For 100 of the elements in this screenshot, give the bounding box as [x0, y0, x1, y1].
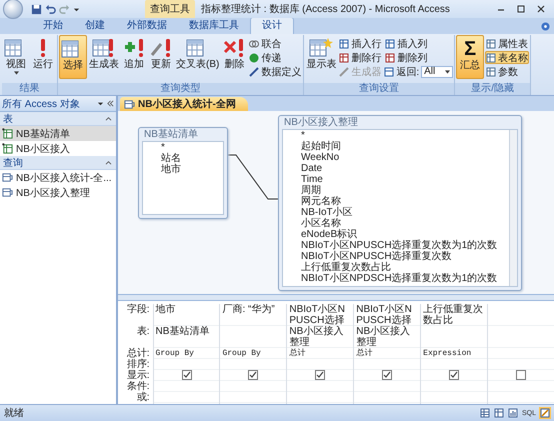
caret-icon[interactable]: [97, 100, 104, 107]
grid-cell[interactable]: 总计: [354, 348, 420, 359]
row-label: 字段:: [126, 304, 150, 317]
ribbon-button[interactable]: 传递: [248, 51, 302, 64]
row-label: 总计:: [126, 348, 150, 359]
checkbox[interactable]: [248, 370, 258, 380]
field-item[interactable]: eNodeB标识: [301, 229, 509, 240]
close-icon[interactable]: [536, 4, 546, 14]
nav-item[interactable]: NB小区接入整理: [0, 185, 116, 200]
field-item[interactable]: 网元名称: [301, 196, 509, 207]
ribbon-button[interactable]: 运行: [30, 35, 56, 79]
nav-item[interactable]: NB基站清单: [0, 126, 116, 141]
checkbox[interactable]: [182, 370, 192, 380]
checkbox[interactable]: [449, 370, 460, 380]
maximize-icon[interactable]: [516, 4, 526, 14]
join-line: [226, 154, 278, 200]
group-label: 结果: [2, 83, 57, 95]
field-item[interactable]: WeekNo: [301, 152, 509, 163]
grid-cell[interactable]: NBIoT小区NPUSCH选择: [287, 304, 354, 326]
table-names-icon: [486, 52, 496, 62]
save-icon[interactable]: [31, 4, 42, 14]
nav-section-header[interactable]: 查询: [0, 156, 116, 170]
grid-cell[interactable]: 总计: [287, 348, 354, 359]
ribbon-button[interactable]: 属性表: [485, 37, 530, 50]
table-field-list[interactable]: NB基站清单 * 站名 地市: [138, 127, 228, 219]
grid-cell[interactable]: NB基站清单: [154, 326, 220, 348]
checkbox[interactable]: [382, 370, 392, 380]
table-exclamation-icon: [92, 37, 116, 59]
nav-item[interactable]: NB小区接入统计-全...: [0, 170, 116, 185]
ribbon-button[interactable]: 参数: [485, 65, 530, 78]
ribbon-button[interactable]: 更新: [148, 35, 174, 79]
ribbon-tab[interactable]: 创建: [74, 18, 116, 34]
field-item[interactable]: 上行低重复次数占比: [301, 262, 509, 273]
ribbon-button[interactable]: 联合: [248, 37, 302, 50]
ribbon-button[interactable]: 删除: [221, 35, 248, 79]
ribbon-button[interactable]: 生成表: [88, 35, 120, 79]
ribbon-tab[interactable]: 设计: [250, 17, 294, 34]
return-label: 返回:: [396, 66, 420, 78]
document-tab[interactable]: NB小区接入统计-全网: [120, 97, 248, 111]
field-item[interactable]: NBIoT小区NPDSCH选择重复次数为1的次数: [301, 273, 509, 284]
field-item[interactable]: 地市: [161, 164, 223, 175]
pivot-table-view-icon[interactable]: [492, 407, 505, 419]
pivot-chart-view-icon[interactable]: [506, 407, 519, 419]
design-view-icon[interactable]: [539, 407, 551, 419]
field-item[interactable]: NB-IoT小区: [301, 207, 509, 218]
return-dropdown[interactable]: All: [421, 66, 454, 78]
nav-item[interactable]: NB小区接入: [0, 141, 116, 156]
field-item[interactable]: *: [161, 142, 223, 153]
row-label: 表:: [136, 326, 150, 339]
scrollbar[interactable]: [509, 130, 517, 286]
field-item[interactable]: Date: [301, 163, 509, 174]
grid-cell[interactable]: NB小区接入整理: [354, 326, 420, 348]
field-item[interactable]: NBIoT小区NPUSCH选择重复次数为1的次数: [301, 240, 509, 251]
query-icon: [124, 98, 135, 110]
ribbon-button[interactable]: 数据定义: [248, 65, 302, 78]
sigma-icon: Σ: [458, 38, 482, 60]
caret-icon: [445, 70, 450, 74]
row-label: 显示:: [126, 370, 150, 381]
collapse-icon[interactable]: [107, 100, 114, 107]
undo-icon[interactable]: [45, 4, 56, 14]
caret-icon[interactable]: [73, 6, 80, 12]
checkbox[interactable]: [315, 370, 326, 380]
grid-cell[interactable]: 上行低重复次数占比: [421, 304, 488, 326]
ribbon-button[interactable]: 选择: [59, 35, 87, 79]
table-field-list[interactable]: NB小区接入整理 * 起始时间 WeekNo Date Time 周期 网元名称 NB-IoT小区 小区名称 eNodeB标识 NBIoT小区NPUSCH选择重复次数为1的次数 NBIoT小区NPUSCH选择重复次数 上行低重复次数占比 NBIoT小区NPDSCH选择重复次数为1的次数: [278, 115, 522, 291]
ribbon-tab[interactable]: 外部数据: [116, 18, 178, 34]
ribbon-button[interactable]: 视图: [3, 35, 29, 79]
field-item[interactable]: 起始时间: [301, 141, 509, 152]
ribbon-tab[interactable]: 开始: [32, 18, 74, 34]
ribbon-button[interactable]: 删除列: [384, 51, 454, 64]
delete-column-icon: [385, 52, 396, 62]
ribbon-button[interactable]: 交叉表(B): [175, 35, 220, 79]
field-item[interactable]: Time: [301, 174, 509, 185]
ribbon-button[interactable]: 显示表: [305, 35, 338, 79]
field-item[interactable]: 小区名称: [301, 218, 509, 229]
nav-section-header[interactable]: 表: [0, 112, 116, 126]
row-label: 或:: [136, 392, 150, 403]
ribbon-button[interactable]: Σ 汇总: [456, 35, 484, 79]
exclamation-icon: [40, 38, 46, 58]
grid-cell[interactable]: NB小区接入整理: [287, 326, 354, 348]
table-title: NB基站清单: [143, 128, 199, 141]
field-item[interactable]: *: [301, 130, 509, 141]
ribbon-tab[interactable]: 数据库工具: [178, 18, 250, 34]
ribbon-button[interactable]: 插入列: [384, 37, 454, 50]
ribbon-button[interactable]: 追加: [121, 35, 147, 79]
grid-cell[interactable]: Group By: [154, 348, 220, 359]
ribbon-button[interactable]: 插入行: [338, 37, 382, 50]
grid-cell[interactable]: Group By: [220, 348, 286, 359]
chevron-up-icon: [105, 116, 112, 121]
ribbon-button[interactable]: 表名称: [485, 51, 530, 64]
help-icon[interactable]: [541, 22, 550, 31]
grid-cell[interactable]: Expression: [421, 348, 488, 359]
field-item[interactable]: NBIoT小区NPUSCH选择重复次数: [301, 251, 509, 262]
field-item[interactable]: 站名: [161, 153, 223, 164]
field-item[interactable]: 周期: [301, 185, 509, 196]
insert-column-icon: [385, 38, 396, 48]
checkbox[interactable]: [516, 370, 526, 380]
ribbon-button[interactable]: 删除行: [338, 51, 382, 64]
grid-cell[interactable]: NBIoT小区NPUSCH选择: [354, 304, 420, 326]
datasheet-view-icon[interactable]: [478, 407, 491, 419]
